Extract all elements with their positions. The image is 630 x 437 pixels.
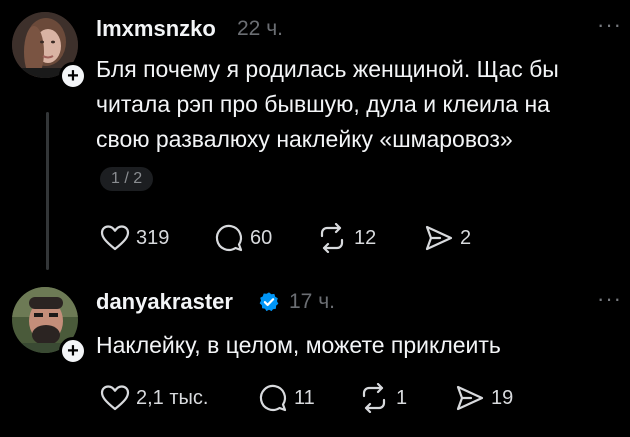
share-icon: [425, 225, 453, 251]
share-button[interactable]: 2: [424, 222, 471, 254]
thread-post: + danyakraster 17 ч. ··· Наклейку, в цел…: [0, 270, 630, 437]
comment-count: 60: [250, 226, 273, 249]
author-name[interactable]: danyakraster: [96, 289, 233, 315]
post-text: Бля почему я родилась женщиной. Щас бы ч…: [96, 52, 616, 157]
thread-line: [46, 112, 49, 270]
more-icon[interactable]: ···: [597, 12, 622, 38]
post-time: 22 ч.: [237, 17, 283, 40]
comment-button[interactable]: 60: [214, 222, 272, 254]
comment-button[interactable]: 11: [258, 382, 315, 414]
share-count: 2: [460, 226, 472, 249]
share-icon: [456, 385, 484, 411]
like-count: 319: [136, 226, 170, 249]
like-button[interactable]: 2,1 тыс.: [100, 382, 208, 414]
page-indicator: 1 / 2: [100, 167, 154, 191]
follow-plus-icon[interactable]: +: [59, 337, 87, 365]
comment-icon: [259, 384, 287, 412]
like-button[interactable]: 319: [100, 222, 169, 254]
heart-icon: [100, 225, 130, 251]
comment-count: 11: [294, 386, 315, 409]
comment-icon: [215, 224, 243, 252]
post-text-line: свою развалюху наклейку «шмаровоз»: [96, 126, 513, 152]
repost-count: 12: [354, 226, 377, 249]
post-text-line: Наклейку, в целом, можете приклеить: [96, 332, 501, 358]
more-icon[interactable]: ···: [597, 286, 622, 312]
follow-plus-icon[interactable]: +: [59, 62, 87, 90]
post-text: Наклейку, в целом, можете приклеить: [96, 328, 616, 363]
post-time: 17 ч.: [289, 290, 335, 313]
post-text-line: Бля почему я родилась женщиной. Щас бы: [96, 56, 559, 82]
repost-icon: [320, 223, 344, 253]
like-count: 2,1 тыс.: [136, 386, 209, 409]
repost-icon: [362, 383, 386, 413]
repost-button[interactable]: 12: [316, 222, 376, 254]
author-name[interactable]: lmxmsnzko: [96, 16, 216, 42]
verified-icon: [259, 292, 279, 312]
share-count: 19: [491, 386, 514, 409]
thread-post: + lmxmsnzko 22 ч. ··· Бля почему я родил…: [0, 0, 630, 270]
post-text-line: читала рэп про бывшую, дула и клеила на: [96, 91, 550, 117]
repost-button[interactable]: 1: [358, 382, 407, 414]
heart-icon: [100, 385, 130, 411]
share-button[interactable]: 19: [455, 382, 513, 414]
repost-count: 1: [396, 386, 408, 409]
